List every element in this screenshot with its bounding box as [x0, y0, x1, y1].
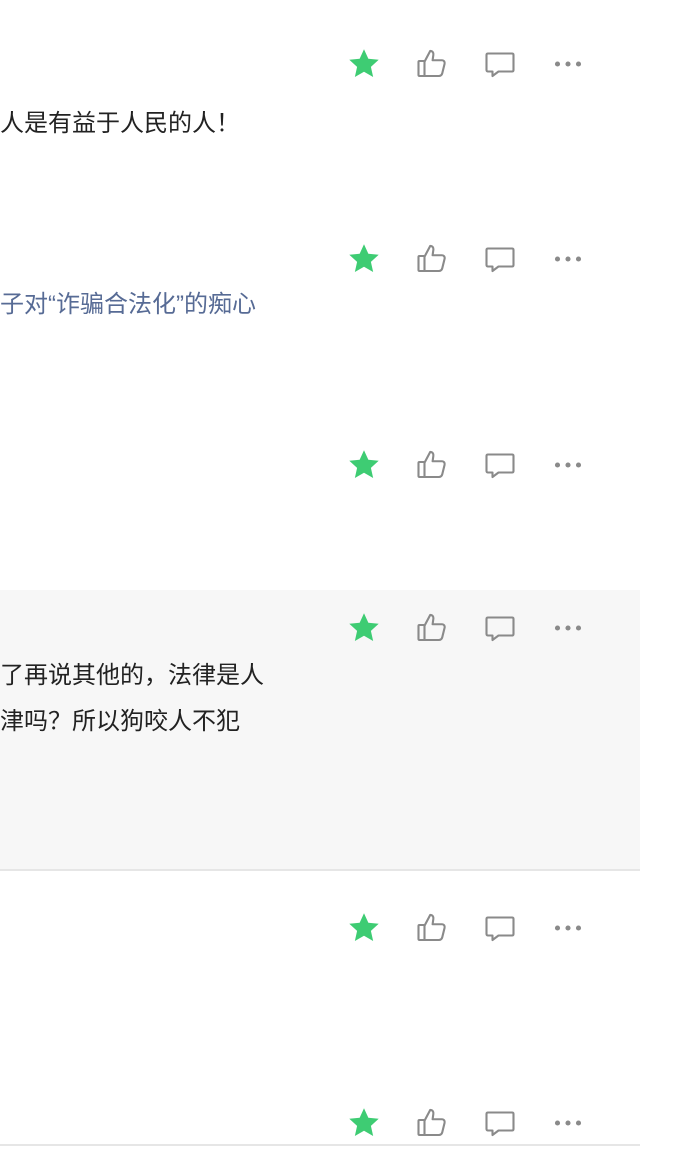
more-dots-icon: [554, 462, 582, 468]
more-button[interactable]: [548, 608, 588, 648]
star-icon: [349, 613, 379, 642]
like-button[interactable]: [412, 44, 452, 84]
thumbs-up-icon: [417, 1108, 446, 1137]
comment-actions: [344, 608, 588, 648]
comment-text-line: 了再说其他的，法律是人: [0, 662, 264, 689]
comment-bubble-icon: [485, 453, 515, 479]
reply-button[interactable]: [480, 44, 520, 84]
star-icon: [349, 1108, 379, 1137]
comment-actions: [344, 445, 588, 485]
more-button[interactable]: [548, 44, 588, 84]
comment-actions: [344, 908, 588, 948]
comment-actions: [344, 1103, 588, 1143]
comment-text: 人是有益于人民的人！: [0, 110, 240, 137]
comment-text-line: 津吗？所以狗咬人不犯: [0, 708, 240, 735]
star-icon: [349, 450, 379, 479]
thumbs-up-icon: [417, 450, 446, 479]
comment-bubble-icon: [485, 1111, 515, 1137]
favorite-button[interactable]: [344, 44, 384, 84]
comment-bubble-icon: [485, 916, 515, 942]
thumbs-up-icon: [417, 244, 446, 273]
comment-bubble-icon: [485, 52, 515, 78]
favorite-button[interactable]: [344, 608, 384, 648]
thumbs-up-icon: [417, 913, 446, 942]
more-dots-icon: [554, 625, 582, 631]
like-button[interactable]: [412, 239, 452, 279]
star-icon: [349, 913, 379, 942]
more-button[interactable]: [548, 908, 588, 948]
like-button[interactable]: [412, 445, 452, 485]
favorite-button[interactable]: [344, 908, 384, 948]
comment-quote-link[interactable]: 子对“诈骗合法化”的痴心: [0, 285, 256, 325]
like-button[interactable]: [412, 908, 452, 948]
comment-actions: [344, 239, 588, 279]
more-button[interactable]: [548, 239, 588, 279]
reply-button[interactable]: [480, 239, 520, 279]
like-button[interactable]: [412, 608, 452, 648]
star-icon: [349, 244, 379, 273]
favorite-button[interactable]: [344, 1103, 384, 1143]
star-icon: [349, 49, 379, 78]
more-dots-icon: [554, 61, 582, 67]
reply-button[interactable]: [480, 608, 520, 648]
reply-button[interactable]: [480, 1103, 520, 1143]
more-dots-icon: [554, 925, 582, 931]
comment-bubble-icon: [485, 616, 515, 642]
comment-actions: [344, 44, 588, 84]
reply-button[interactable]: [480, 445, 520, 485]
comment-bubble-icon: [485, 247, 515, 273]
more-button[interactable]: [548, 445, 588, 485]
like-button[interactable]: [412, 1103, 452, 1143]
thumbs-up-icon: [417, 49, 446, 78]
favorite-button[interactable]: [344, 445, 384, 485]
divider: [0, 1144, 640, 1146]
reply-button[interactable]: [480, 908, 520, 948]
thumbs-up-icon: [417, 613, 446, 642]
favorite-button[interactable]: [344, 239, 384, 279]
more-button[interactable]: [548, 1103, 588, 1143]
divider: [0, 869, 640, 871]
more-dots-icon: [554, 1120, 582, 1126]
more-dots-icon: [554, 256, 582, 262]
